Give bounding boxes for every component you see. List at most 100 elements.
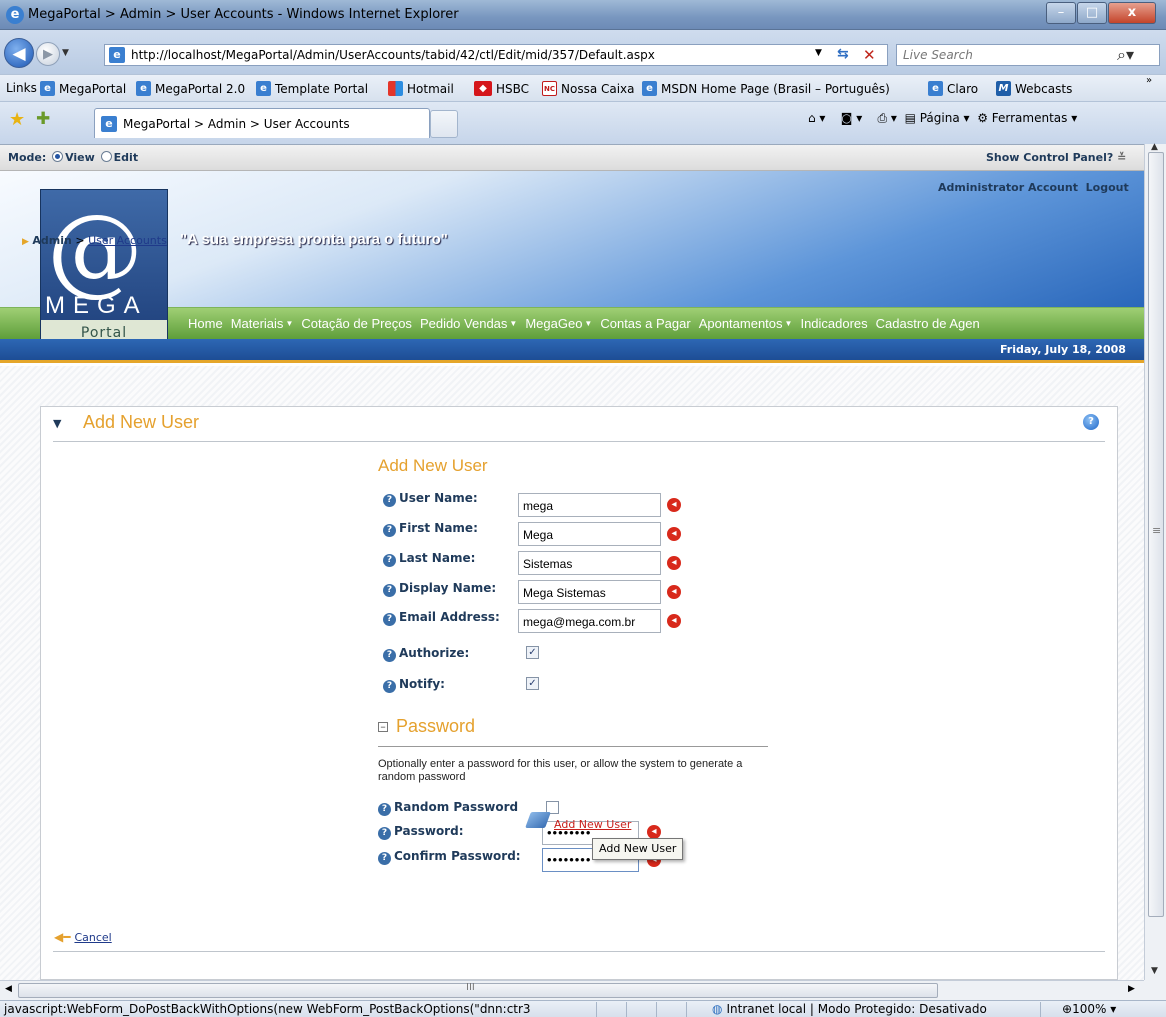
link-hotmail[interactable]: Hotmail: [388, 81, 454, 96]
link-megaportal[interactable]: e MegaPortal: [40, 81, 126, 96]
authorize-checkbox[interactable]: ✓: [526, 646, 539, 659]
tab-active[interactable]: e MegaPortal > Admin > User Accounts: [94, 108, 430, 138]
link-claro[interactable]: e Claro: [928, 81, 978, 96]
new-tab-button[interactable]: [430, 110, 458, 138]
link-megaportal-2[interactable]: e MegaPortal 2.0: [136, 81, 245, 96]
maximize-button[interactable]: □: [1077, 2, 1107, 24]
field-label-random-password: ? Random Password: [378, 800, 518, 816]
menu-item[interactable]: Pedido Vendas: [420, 316, 507, 331]
scroll-down-icon[interactable]: ▼: [1151, 966, 1158, 976]
display-name-input[interactable]: Mega Sistemas: [518, 580, 661, 604]
refresh-icon[interactable]: ⇆: [837, 46, 849, 62]
history-dropdown-icon[interactable]: ▼: [62, 48, 69, 58]
add-new-user-button[interactable]: Add New User: [525, 808, 631, 831]
first-name-input[interactable]: Mega: [518, 522, 661, 546]
add-new-user-link[interactable]: Add New User: [554, 818, 631, 831]
address-url[interactable]: http://localhost/MegaPortal/Admin/UserAc…: [131, 48, 655, 62]
search-icon[interactable]: ⌕▾: [1117, 45, 1134, 65]
account-link[interactable]: Administrator Account: [938, 181, 1078, 194]
help-question-icon[interactable]: ?: [378, 852, 391, 865]
menu-item[interactable]: Contas a Pagar: [600, 316, 690, 331]
link-nossa-caixa[interactable]: NC Nossa Caixa: [542, 81, 635, 96]
horizontal-scroll-thumb[interactable]: [18, 983, 938, 998]
feeds-icon[interactable]: ◙ ▾: [841, 111, 862, 125]
current-date: Friday, July 18, 2008: [1000, 343, 1126, 356]
breadcrumb-user-accounts[interactable]: User Accounts: [88, 234, 167, 247]
breadcrumb-admin[interactable]: Admin: [32, 234, 71, 247]
horizontal-scrollbar[interactable]: ◀ III ▶: [0, 980, 1144, 1000]
menu-item[interactable]: Cotação de Preços: [301, 316, 412, 331]
help-question-icon[interactable]: ?: [383, 680, 396, 693]
notify-checkbox[interactable]: ✓: [526, 677, 539, 690]
edit-label[interactable]: Edit: [114, 151, 138, 164]
email-input[interactable]: mega@mega.com.br: [518, 609, 661, 633]
edit-radio[interactable]: [100, 151, 112, 162]
menu-item[interactable]: Indicadores: [800, 316, 867, 331]
help-question-icon[interactable]: ?: [383, 524, 396, 537]
help-question-icon[interactable]: ?: [378, 827, 391, 840]
help-question-icon[interactable]: ?: [383, 613, 396, 626]
command-bar: ⌂ ▾ ◙ ▾ ⎙ ▾ ▤ Página ▾ ⚙ Ferramentas ▾: [808, 111, 1077, 126]
status-separator: [656, 1002, 657, 1017]
menu-item[interactable]: Cadastro de Agen: [876, 316, 980, 331]
last-name-input[interactable]: Sistemas: [518, 551, 661, 575]
link-webcasts[interactable]: M Webcasts: [996, 81, 1072, 96]
search-input[interactable]: Live Search ⌕▾: [896, 44, 1160, 66]
address-bar[interactable]: e http://localhost/MegaPortal/Admin/User…: [104, 44, 888, 66]
link-template-portal[interactable]: e Template Portal: [256, 81, 368, 96]
stop-icon[interactable]: ✕: [863, 46, 876, 64]
help-question-icon[interactable]: ?: [383, 494, 396, 507]
help-question-icon[interactable]: ?: [383, 554, 396, 567]
show-control-panel[interactable]: Show Control Panel? ≚: [986, 151, 1126, 164]
cancel-button[interactable]: ◀━ Cancel: [54, 930, 112, 944]
link-hsbc[interactable]: ◆ HSBC: [474, 81, 529, 96]
view-radio[interactable]: [52, 151, 64, 162]
minimize-button[interactable]: –: [1046, 2, 1076, 24]
help-question-icon[interactable]: ?: [378, 803, 391, 816]
grip-icon: III: [466, 982, 475, 993]
page-menu[interactable]: ▤ Página ▾: [905, 111, 970, 125]
close-button[interactable]: x: [1108, 2, 1156, 24]
form-title: Add New User: [378, 456, 488, 475]
menu-item[interactable]: MegaGeo: [525, 316, 582, 331]
collapse-caret-icon[interactable]: ▼: [53, 417, 61, 430]
help-icon[interactable]: ?: [1083, 414, 1099, 430]
links-overflow-icon[interactable]: »: [1146, 75, 1152, 86]
ie-page-icon: e: [40, 81, 55, 96]
scroll-left-icon[interactable]: ◀: [5, 984, 12, 994]
add-favorite-icon[interactable]: ✚: [36, 109, 50, 129]
back-button[interactable]: ◀: [4, 38, 34, 68]
scroll-right-icon[interactable]: ▶: [1128, 984, 1135, 994]
cancel-link[interactable]: Cancel: [74, 931, 111, 944]
dropdown-arrow-icon: ▼: [784, 319, 793, 328]
view-label[interactable]: View: [65, 151, 95, 164]
scroll-up-icon[interactable]: ▲: [1151, 142, 1158, 152]
forward-button[interactable]: ▶: [36, 42, 60, 66]
print-icon[interactable]: ⎙ ▾: [877, 111, 896, 125]
password-help-text: Optionally enter a password for this use…: [378, 758, 743, 783]
password-section-title[interactable]: − Password: [378, 716, 475, 737]
diamond-user-icon: [525, 811, 551, 828]
home-icon[interactable]: ⌂ ▾: [808, 111, 825, 125]
date-bar: Friday, July 18, 2008: [0, 339, 1144, 363]
account-links: Administrator Account Logout: [938, 181, 1129, 194]
user-name-input[interactable]: mega: [518, 493, 661, 517]
zoom-level[interactable]: ⊕100% ▾: [1062, 1002, 1116, 1016]
favorites-star-icon[interactable]: ★: [9, 109, 25, 130]
help-question-icon[interactable]: ?: [383, 649, 396, 662]
logo[interactable]: @ MEGA Portal: [40, 189, 168, 347]
link-msdn[interactable]: e MSDN Home Page (Brasil – Português): [642, 81, 890, 96]
vertical-scrollbar[interactable]: ▲ ≡ ▼: [1144, 142, 1166, 980]
menu-item[interactable]: Apontamentos: [699, 316, 783, 331]
help-question-icon[interactable]: ?: [383, 584, 396, 597]
security-zone[interactable]: ◍ Intranet local | Modo Protegido: Desati…: [712, 1002, 987, 1016]
logout-link[interactable]: Logout: [1086, 181, 1129, 194]
field-label-notify: ? Notify:: [383, 677, 445, 693]
field-label-user-name: ? User Name:: [383, 491, 478, 507]
tools-menu[interactable]: ⚙ Ferramentas ▾: [977, 111, 1077, 125]
menu-item[interactable]: Home: [188, 316, 223, 331]
menu-item[interactable]: Materiais: [231, 316, 284, 331]
required-icon: ◂: [667, 498, 681, 512]
address-dropdown-icon[interactable]: ▼: [815, 48, 822, 58]
collapse-minus-icon[interactable]: −: [378, 722, 388, 732]
